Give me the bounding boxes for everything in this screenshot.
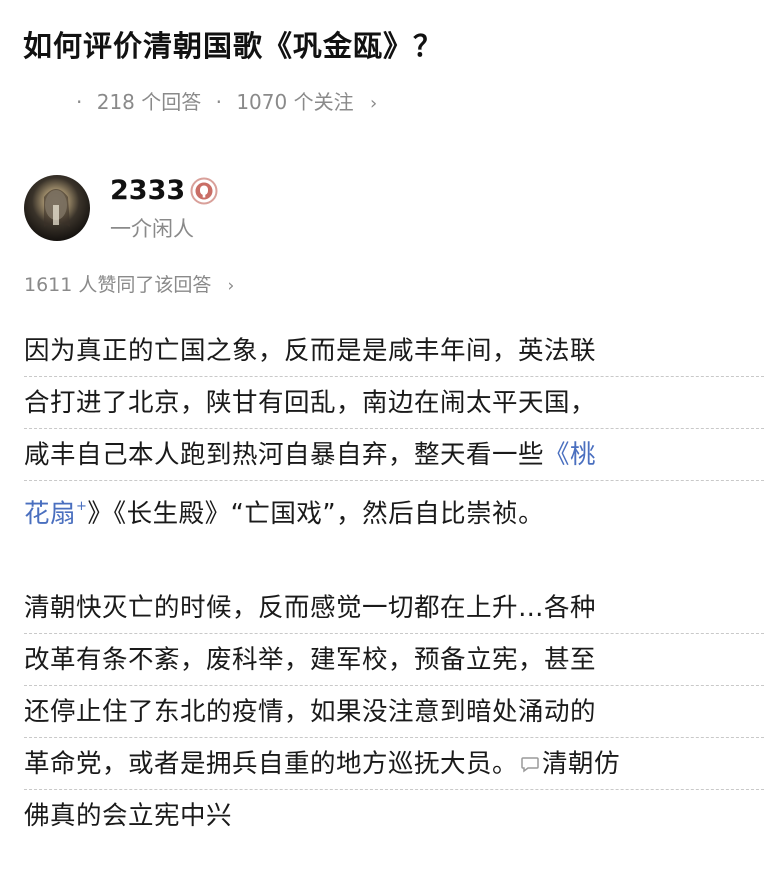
comment-icon[interactable] [520, 754, 540, 774]
answer-line: 花扇+》《长生殿》“亡国戏”，然后自比崇祯。 [24, 481, 764, 532]
taohuashan-link[interactable]: 《桃 [544, 440, 596, 470]
answer-line: 因为真正的亡国之象，反而是是咸丰年间，英法联 [24, 325, 764, 377]
follower-count: 1070 个关注 [236, 90, 354, 114]
answer-line: 革命党，或者是拥兵自重的地方巡抚大员。 清朝仿 [24, 738, 764, 790]
link-text: 花扇 [24, 499, 77, 529]
answer-body: 因为真正的亡国之象，反而是是咸丰年间，英法联 合打进了北京，陕甘有回乱，南边在闹… [24, 325, 764, 891]
answer-text: 清朝仿 [542, 749, 621, 779]
author-bio: 一介闲人 [110, 217, 194, 241]
answer-line: 还停止住了东北的疫情，如果没注意到暗处涌动的 [24, 686, 764, 738]
answer-paragraph: 因为真正的亡国之象，反而是是咸丰年间，英法联 合打进了北京，陕甘有回乱，南边在闹… [24, 325, 764, 532]
chevron-right-icon: › [227, 276, 235, 296]
answer-text: 革命党，或者是拥兵自重的地方巡抚大员。 [24, 749, 519, 779]
meta-separator: · [215, 90, 222, 114]
answer-paragraph: 清朝快灭亡的时候，反而感觉一切都在上升…各种 改革有条不紊，废科举，建军校，预备… [24, 582, 764, 841]
chevron-right-icon: › [369, 93, 378, 114]
answer-line: 改革有条不紊，废科举，建军校，预备立宪，甚至 [24, 634, 764, 686]
link-plus-icon: + [76, 499, 88, 514]
meta-separator: · [76, 90, 83, 114]
taohuashan-link[interactable]: 花扇+ [24, 499, 87, 529]
answer-line: 咸丰自己本人跑到热河自暴自弃，整天看一些《桃 [24, 429, 764, 481]
upvote-count[interactable]: 1611 人赞同了该回答 › [24, 268, 234, 303]
question-meta[interactable]: · 218 个回答 · 1070 个关注 › [76, 86, 377, 120]
avatar[interactable] [24, 175, 90, 241]
question-title[interactable]: 如何评价清朝国歌《巩金瓯》？ [23, 24, 763, 68]
answer-count: 218 个回答 [96, 90, 202, 114]
answer-line: 清朝快灭亡的时候，反而感觉一切都在上升…各种 [24, 582, 764, 634]
badge-icon [190, 177, 218, 205]
answer-line: 佛真的会立宪中兴 [24, 801, 233, 831]
answer-text: 》《长生殿》“亡国戏”，然后自比崇祯。 [87, 499, 545, 529]
answer-line: 合打进了北京，陕甘有回乱，南边在闹太平天国， [24, 377, 764, 429]
author-name[interactable]: 2333 [110, 172, 185, 210]
upvote-text: 1611 人赞同了该回答 [24, 274, 212, 296]
answer-text: 咸丰自己本人跑到热河自暴自弃，整天看一些 [24, 440, 545, 470]
